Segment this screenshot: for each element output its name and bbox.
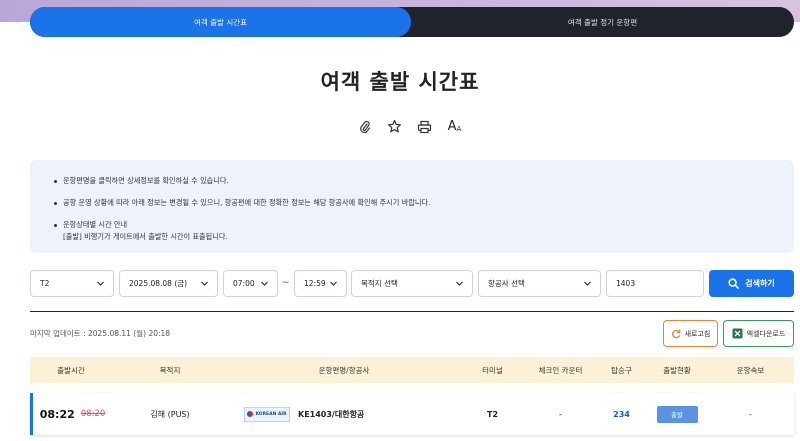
cell-terminal: T2: [486, 409, 499, 419]
time-to-select[interactable]: 12:59: [294, 270, 347, 297]
cell-flight[interactable]: KOREAN AIR KE1403/대한항공: [228, 393, 378, 435]
cell-destination: 김해 (PUS): [150, 409, 190, 419]
date-select[interactable]: 2025.08.08 (금): [119, 270, 218, 297]
page-tools: AA: [356, 118, 463, 135]
excel-download-button[interactable]: 엑셀다운로드: [723, 320, 794, 347]
chevron-down-icon: [261, 281, 268, 286]
chevron-down-icon: [456, 281, 463, 286]
cell-status: 출발: [647, 393, 707, 435]
refresh-icon: [671, 329, 680, 338]
excel-download-label: 엑셀다운로드: [746, 329, 786, 338]
actual-time: 08:22: [39, 407, 75, 421]
col-flight-airline: 운항편명/항공사: [318, 365, 370, 375]
col-departure-status: 출발현황: [663, 365, 691, 375]
flight-number-input[interactable]: 1403: [606, 270, 704, 297]
status-guide-title: 운항상태별 시간 안내: [63, 220, 128, 229]
print-icon[interactable]: [416, 118, 433, 135]
chevron-down-icon: [201, 281, 208, 286]
col-flight-news: 운항속보: [736, 365, 765, 375]
time-to-value: 12:59: [304, 279, 326, 288]
time-from-select[interactable]: 07:00: [223, 270, 278, 297]
chevron-down-icon: [97, 281, 104, 286]
refresh-label: 새로고침: [684, 329, 711, 338]
cell-news: -: [749, 409, 752, 419]
col-terminal: 터미널: [482, 365, 503, 375]
table-row[interactable]: 08:22 08:20 김해 (PUS) KOREAN AIR KE1403/대…: [30, 393, 794, 435]
flight-number-value: 1403: [616, 279, 636, 288]
destination-value: 목적지 선택: [361, 279, 398, 288]
date-value: 2025.08.08 (금): [129, 279, 188, 288]
terminal-value: T2: [40, 279, 50, 288]
star-icon[interactable]: [386, 118, 403, 135]
tab-bar: 여객 출발 시간표 여객 출발 정기 운항편: [30, 7, 794, 37]
airline-logo-text: KOREAN AIR: [255, 411, 287, 417]
time-from-value: 07:00: [233, 279, 255, 288]
font-size-small-label: A: [456, 125, 462, 133]
scheduled-time: 08:20: [80, 409, 106, 419]
col-destination: 목적지: [159, 365, 181, 375]
notice-box: 운항편명을 클릭하면 상세정보를 확인하실 수 있습니다. 공항 운영 상황에 …: [30, 160, 794, 253]
font-size-icon[interactable]: AA: [446, 118, 463, 135]
col-gate: 탑승구: [611, 365, 632, 375]
destination-select[interactable]: 목적지 선택: [351, 270, 473, 297]
col-departure-time: 출발시간: [57, 365, 85, 375]
terminal-select[interactable]: T2: [30, 270, 114, 297]
status-badge: 출발: [656, 405, 698, 423]
chevron-down-icon: [330, 281, 337, 286]
flight-link[interactable]: KE1403/대한항공: [298, 409, 364, 420]
notice-item-status-guide: 운항상태별 시간 안내 [출발] 비행기가 게이트에서 출발한 시간이 표출됩니…: [54, 219, 770, 243]
status-guide-text: [출발] 비행기가 게이트에서 출발한 시간이 표출됩니다.: [63, 232, 228, 241]
airline-value: 항공사 선택: [488, 279, 525, 288]
cell-gate: 234: [613, 409, 630, 419]
page-title: 여객 출발 시간표: [320, 70, 480, 94]
cell-checkin: -: [559, 409, 562, 419]
font-size-big-label: A: [447, 119, 457, 134]
korean-air-emblem: [247, 411, 254, 417]
tab-departure-schedule[interactable]: 여객 출발 시간표: [30, 7, 411, 37]
notice-item: 운항편명을 클릭하면 상세정보를 확인하실 수 있습니다.: [54, 175, 770, 187]
section-divider: [30, 311, 794, 312]
search-button-label: 검색하기: [745, 279, 775, 288]
cell-time: 08:22 08:20: [33, 393, 112, 435]
last-updated: 마지막 업데이트 : 2025.08.11 (월) 20:18: [30, 329, 171, 338]
notice-item: 공항 운영 상황에 따라 아래 정보는 변경될 수 있으니, 항공편에 대한 정…: [54, 197, 770, 209]
chevron-down-icon: [584, 281, 591, 286]
excel-icon: [732, 328, 743, 339]
airline-select[interactable]: 항공사 선택: [478, 270, 601, 297]
col-checkin-counter: 체크인 카운터: [538, 365, 583, 375]
paperclip-icon[interactable]: [356, 118, 373, 135]
time-range-separator: ~: [282, 278, 290, 288]
search-icon: [728, 278, 740, 289]
tab-regular-flights[interactable]: 여객 출발 정기 운항편: [411, 7, 794, 37]
search-button[interactable]: 검색하기: [709, 270, 794, 297]
airline-logo: KOREAN AIR: [244, 406, 290, 422]
refresh-button[interactable]: 새로고침: [663, 320, 718, 347]
table-header: 출발시간 목적지 운항편명/항공사 터미널 체크인 카운터 탑승구 출발현황 운…: [30, 357, 794, 383]
